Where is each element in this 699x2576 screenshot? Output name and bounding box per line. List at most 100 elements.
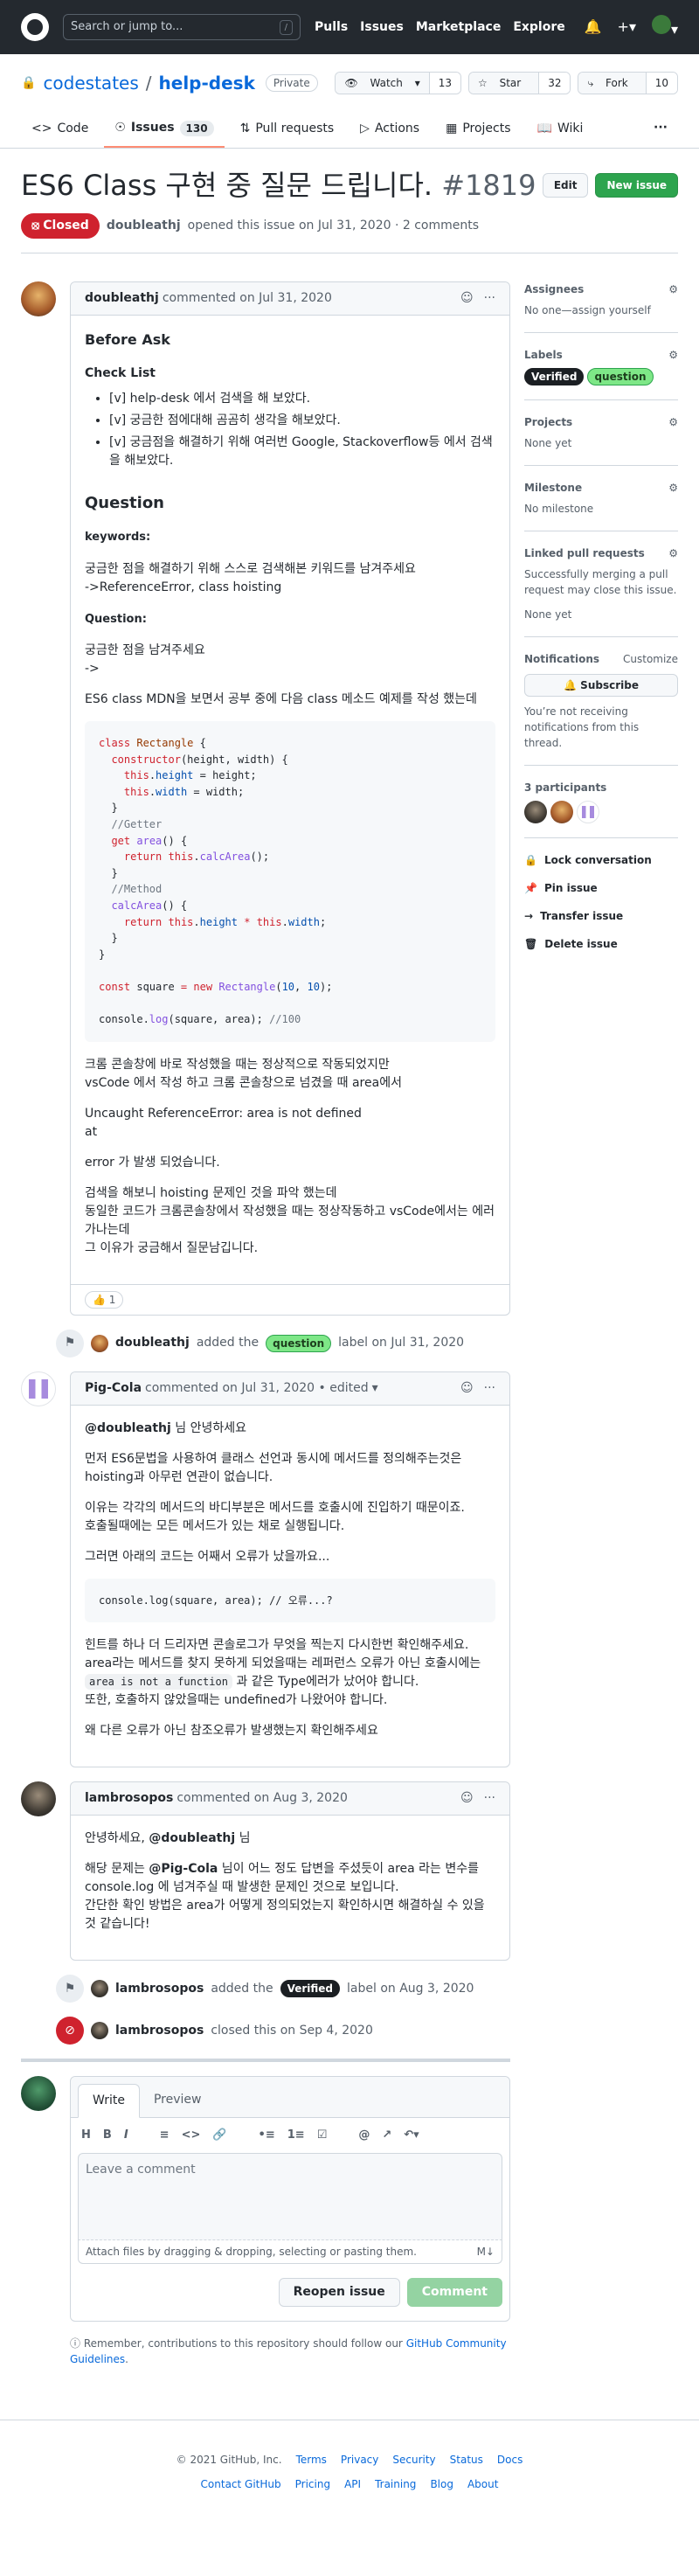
reopen-issue-button[interactable]: Reopen issue	[278, 2277, 400, 2307]
nav-issues[interactable]: Issues	[360, 18, 404, 37]
smiley-icon[interactable]: ☺	[460, 1379, 474, 1398]
mention-icon[interactable]: @	[358, 2127, 370, 2144]
footer-link[interactable]: Privacy	[341, 2452, 378, 2468]
delete-issue-link[interactable]: 🗑 Delete issue	[524, 936, 678, 952]
comment-author[interactable]: lambrosopos	[85, 1789, 173, 1808]
avatar[interactable]	[91, 2022, 108, 2040]
more-tabs-icon[interactable]: ···	[643, 112, 678, 148]
gear-icon[interactable]: ⚙	[668, 347, 678, 363]
event-actor[interactable]: lambrosopos	[115, 2022, 204, 2040]
event-actor[interactable]: doubleathj	[115, 1334, 190, 1352]
footer-link[interactable]: API	[344, 2476, 361, 2492]
mention-link[interactable]: @Pig-Cola	[149, 1862, 218, 1876]
footer-link[interactable]: About	[467, 2476, 498, 2492]
label-verified[interactable]: Verified	[280, 1980, 341, 1998]
nav-explore[interactable]: Explore	[513, 18, 564, 37]
footer-link[interactable]: Status	[450, 2452, 483, 2468]
comment-textarea[interactable]: Leave a comment	[78, 2152, 502, 2240]
avatar[interactable]	[577, 801, 599, 823]
comment-button[interactable]: Comment	[406, 2277, 502, 2307]
thumbs-up-reaction[interactable]: 👍 1	[85, 1290, 124, 1309]
avatar[interactable]	[550, 801, 573, 823]
bold-icon[interactable]: B	[103, 2127, 112, 2144]
tab-preview[interactable]: Preview	[140, 2084, 216, 2117]
task-list-icon[interactable]: ☑	[317, 2127, 328, 2144]
avatar[interactable]	[21, 2076, 56, 2112]
comment-date[interactable]: commented on Jul 31, 2020 • edited	[145, 1379, 369, 1398]
avatar[interactable]	[91, 1334, 108, 1352]
label-question[interactable]: question	[587, 368, 654, 385]
lock-conversation-link[interactable]: 🔒 Lock conversation	[524, 852, 678, 868]
notification-bell-icon[interactable]: 🔔	[585, 17, 602, 38]
mention-link[interactable]: @doubleathj	[149, 1831, 235, 1845]
footer-link[interactable]: Training	[375, 2476, 416, 2492]
avatar[interactable]	[524, 801, 547, 823]
watch-count[interactable]: 13	[428, 73, 460, 94]
kebab-menu-icon[interactable]: ···	[484, 289, 495, 308]
comment-author[interactable]: doubleathj	[85, 289, 159, 308]
repo-owner-link[interactable]: codestates	[43, 70, 138, 96]
pin-issue-link[interactable]: 📌 Pin issue	[524, 880, 678, 896]
github-logo-icon[interactable]	[21, 13, 49, 41]
event-actor[interactable]: lambrosopos	[115, 1980, 204, 1998]
fork-count[interactable]: 10	[645, 73, 677, 94]
chevron-down-icon[interactable]: ▾	[372, 1379, 378, 1398]
label-verified[interactable]: Verified	[524, 368, 585, 385]
footer-link[interactable]: Terms	[296, 2452, 327, 2468]
nav-marketplace[interactable]: Marketplace	[416, 18, 501, 37]
gear-icon[interactable]: ⚙	[668, 480, 678, 496]
assignees-value[interactable]: No one—assign yourself	[524, 302, 678, 318]
quote-icon[interactable]: ≡	[160, 2127, 170, 2144]
avatar[interactable]	[21, 1781, 56, 1817]
bullet-list-icon[interactable]: •≡	[259, 2127, 275, 2144]
user-avatar[interactable]: ▾	[651, 14, 678, 40]
heading-icon[interactable]: H	[81, 2127, 91, 2144]
footer-link[interactable]: Blog	[430, 2476, 453, 2492]
footer-link[interactable]: Docs	[497, 2452, 523, 2468]
label-question[interactable]: question	[266, 1334, 332, 1352]
smiley-icon[interactable]: ☺	[460, 289, 474, 308]
attach-files-bar[interactable]: Attach files by dragging & dropping, sel…	[78, 2239, 502, 2264]
tab-projects[interactable]: ▦ Projects	[435, 112, 521, 148]
tab-write[interactable]: Write	[78, 2084, 140, 2119]
watch-button[interactable]: 👁 Watch ▾ 13	[335, 72, 461, 94]
comment-author[interactable]: Pig-Cola	[85, 1379, 142, 1398]
gear-icon[interactable]: ⚙	[668, 281, 678, 297]
search-input[interactable]: Search or jump to... /	[63, 14, 301, 40]
tab-code[interactable]: <> Code	[21, 112, 99, 148]
avatar[interactable]	[21, 281, 56, 316]
comment-date[interactable]: commented on Aug 3, 2020	[176, 1789, 348, 1808]
fork-button[interactable]: ⤷ Fork 10	[578, 72, 678, 94]
tab-pull-requests[interactable]: ⇅ Pull requests	[230, 112, 345, 148]
tab-wiki[interactable]: 📖 Wiki	[527, 112, 594, 148]
footer-link[interactable]: Security	[392, 2452, 435, 2468]
edit-title-button[interactable]: Edit	[542, 173, 589, 198]
cross-reference-icon[interactable]: ↗	[382, 2127, 391, 2144]
smiley-icon[interactable]: ☺	[460, 1789, 474, 1808]
kebab-menu-icon[interactable]: ···	[484, 1789, 495, 1808]
subscribe-button[interactable]: 🔔 Subscribe	[524, 674, 678, 697]
gear-icon[interactable]: ⚙	[668, 414, 678, 430]
footer-link[interactable]: Pricing	[295, 2476, 330, 2492]
tab-issues[interactable]: ☉ Issues 130	[104, 112, 225, 148]
gear-icon[interactable]: ⚙	[668, 545, 678, 561]
star-button[interactable]: ☆ Star 32	[468, 72, 571, 94]
code-icon[interactable]: <>	[182, 2127, 201, 2144]
kebab-menu-icon[interactable]: ···	[484, 1379, 495, 1398]
avatar[interactable]	[21, 1371, 56, 1406]
issue-author-link[interactable]: doubleathj	[107, 217, 181, 235]
create-new-plus-icon[interactable]: +▾	[618, 17, 636, 38]
markdown-icon[interactable]: M↓	[477, 2244, 495, 2260]
repo-name-link[interactable]: help-desk	[159, 70, 255, 96]
numbered-list-icon[interactable]: 1≡	[287, 2127, 305, 2144]
comment-date[interactable]: commented on Jul 31, 2020	[163, 289, 332, 308]
avatar[interactable]	[91, 1980, 108, 1998]
link-icon[interactable]: 🔗	[212, 2127, 226, 2144]
customize-link[interactable]: Customize	[623, 651, 678, 667]
tab-actions[interactable]: ▷ Actions	[350, 112, 430, 148]
reply-icon[interactable]: ↶▾	[404, 2127, 419, 2144]
star-count[interactable]: 32	[538, 73, 571, 94]
new-issue-button[interactable]: New issue	[595, 173, 678, 198]
nav-pulls[interactable]: Pulls	[315, 18, 348, 37]
italic-icon[interactable]: I	[124, 2127, 128, 2144]
